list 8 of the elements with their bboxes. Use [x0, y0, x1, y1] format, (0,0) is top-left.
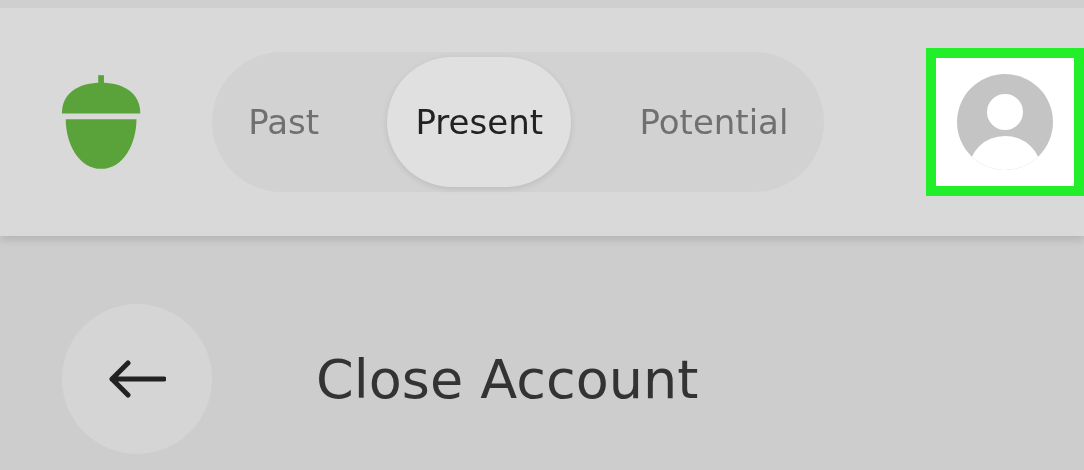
page-title: Close Account	[316, 346, 699, 413]
segment-tab[interactable]: Present	[387, 57, 572, 187]
segment-tab[interactable]: Potential	[611, 57, 817, 187]
segment-tab[interactable]: Past	[220, 57, 348, 187]
profile-button[interactable]	[926, 48, 1084, 196]
avatar-icon	[955, 72, 1056, 172]
acorn-icon	[60, 73, 143, 171]
back-arrow-icon	[108, 359, 166, 399]
